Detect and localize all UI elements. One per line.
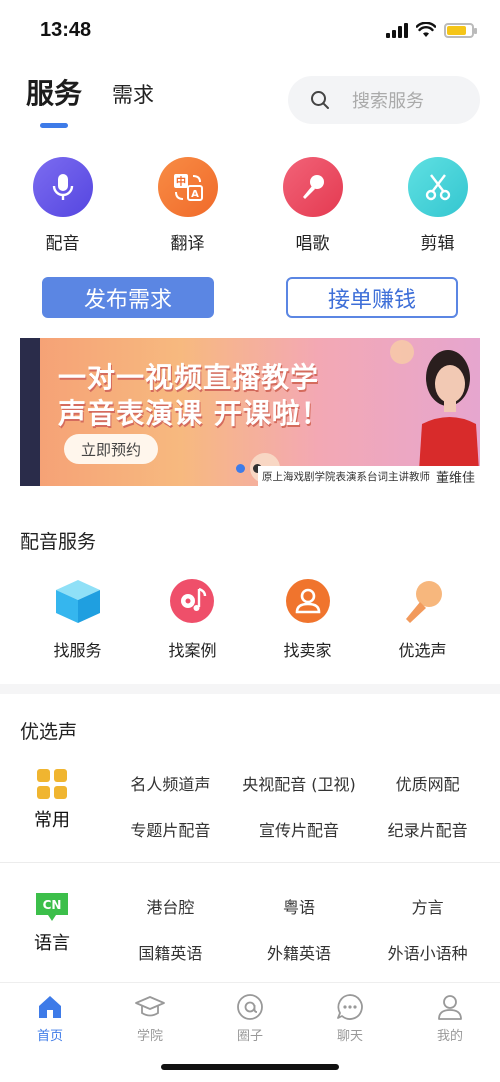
service-label: 配音 [45,234,80,254]
take-order-button[interactable]: 接单赚钱 [286,277,458,318]
find-case-button[interactable]: 找案例 [135,577,250,661]
banner-caption-text: 原上海戏剧学院表演系台词主讲教师 [262,470,430,483]
teacher-photo [418,350,480,486]
banner-caption-name: 董维佳 [436,470,476,486]
common-voice-grid: 名人频道声 央视配音 (卫视) 优质网配 专题片配音 宣传片配音 纪录片配音 [106,771,492,841]
banner-title-line1: 一对一视频直播教学 [58,361,320,394]
dub-label: 找案例 [168,641,217,660]
tab-demand[interactable]: 需求 [112,79,154,112]
pagination-dot-active [236,464,245,473]
search-icon [311,91,329,109]
service-translate[interactable]: 中 A 翻译 [125,157,250,254]
nav-label: 学院 [136,1029,163,1044]
voice-tag[interactable]: 粤语 [235,894,364,918]
translate-icon: 中 A [157,157,218,217]
user-icon [438,995,462,1020]
service-singing[interactable]: 唱歌 [250,157,375,254]
section-divider [0,684,500,694]
category-common: 常用 [34,768,70,832]
voice-tag[interactable]: 国籍英语 [106,940,235,964]
search-placeholder: 搜索服务 [352,91,424,112]
graduation-cap-icon [135,996,165,1017]
grid-icon [37,769,67,799]
dub-label: 找服务 [53,641,102,660]
nav-label: 我的 [436,1029,463,1044]
nav-label: 首页 [36,1029,63,1044]
microphone-icon [32,157,93,217]
service-editing[interactable]: 剪辑 [375,157,500,254]
voice-tag[interactable]: 专题片配音 [106,817,235,841]
banner-book-button[interactable]: 立即预约 [64,434,158,464]
svg-text:A: A [191,189,199,200]
banner-edge [20,338,40,486]
dubbing-service-row: 找服务 找案例 找卖家 优选声 [20,577,480,661]
scissors-icon [407,157,468,217]
top-tabs: 服务 需求 [26,72,154,128]
voice-tag[interactable]: 纪录片配音 [363,817,492,841]
category-language: CN 语言 [34,891,70,955]
wifi-icon [416,22,436,37]
status-icons [386,22,477,38]
voice-tag[interactable]: 名人频道声 [106,771,235,795]
voice-tag[interactable]: 央视配音 (卫视) [235,771,364,795]
karaoke-mic-icon [282,157,343,217]
service-row: 配音 中 A 翻译 唱歌 剪辑 [0,157,500,254]
service-label: 唱歌 [295,234,330,254]
home-icon [39,996,61,1018]
publish-demand-button[interactable]: 发布需求 [42,277,214,318]
voice-tag[interactable]: 外籍英语 [235,940,364,964]
dub-label: 找卖家 [283,641,332,660]
banner-title-line2: 声音表演课 开课啦！ [58,397,330,430]
microphone-icon [405,581,442,623]
service-dubbing[interactable]: 配音 [0,157,125,254]
at-circle-icon [237,994,263,1020]
cn-badge-icon: CN [36,893,68,921]
signal-icon [386,22,408,38]
category-divider [0,862,500,863]
voice-tag[interactable]: 方言 [363,894,492,918]
chat-bubble-icon [337,994,363,1020]
banner-caption: 原上海戏剧学院表演系台词主讲教师 董维佳 [258,466,480,486]
nav-mine[interactable]: 我的 [400,983,500,1082]
person-icon [285,579,330,623]
find-seller-button[interactable]: 找卖家 [250,577,365,661]
language-voice-grid: 港台腔 粤语 方言 国籍英语 外籍英语 外语小语种 [106,894,492,964]
home-indicator [161,1064,339,1070]
category-language-name: 语言 [34,933,70,954]
nav-home[interactable]: 首页 [0,983,100,1082]
svg-text:CN: CN [43,898,62,912]
voice-tag[interactable]: 宣传片配音 [235,817,364,841]
search-input[interactable]: 搜索服务 [288,76,480,124]
preferred-voice-button[interactable]: 优选声 [365,577,480,661]
voice-tag[interactable]: 港台腔 [106,894,235,918]
service-label: 翻译 [170,234,205,254]
category-common-name: 常用 [34,810,70,831]
dubbing-section-title: 配音服务 [20,531,97,553]
nav-label: 聊天 [336,1029,363,1044]
tab-service[interactable]: 服务 [26,72,82,128]
status-bar: 13:48 [0,0,500,60]
svg-text:中: 中 [176,175,186,188]
find-service-button[interactable]: 找服务 [20,577,135,661]
voice-tag[interactable]: 优质网配 [363,771,492,795]
nav-label: 圈子 [236,1029,263,1044]
battery-icon [444,22,477,38]
cube-icon [55,580,100,623]
service-label: 剪辑 [420,234,455,254]
dub-label: 优选声 [398,641,447,660]
music-disc-icon [169,579,214,623]
status-time: 13:48 [40,19,92,41]
selected-section-title: 优选声 [20,721,78,743]
voice-tag[interactable]: 外语小语种 [363,940,492,964]
promo-banner[interactable]: 一对一视频直播教学 声音表演课 开课啦！ 立即预约 原上海戏剧学院表演系台词主讲… [20,338,480,486]
